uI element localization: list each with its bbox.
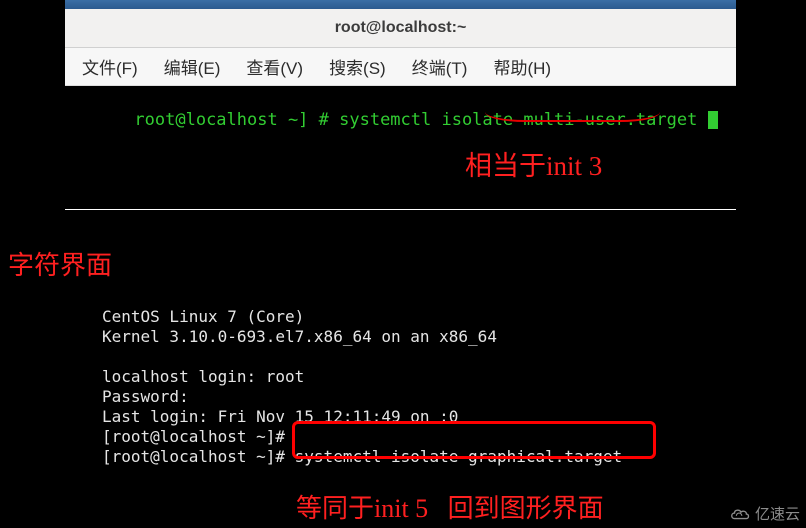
annotation-highlight-box bbox=[292, 421, 656, 459]
menu-search[interactable]: 搜索(S) bbox=[316, 54, 399, 79]
window-decoration-top bbox=[65, 0, 736, 9]
shell-prompt: root@localhost ~] # bbox=[134, 110, 339, 130]
annotation-char-ui: 字符界面 bbox=[8, 245, 112, 282]
menu-view[interactable]: 查看(V) bbox=[233, 54, 316, 79]
console-line: CentOS Linux 7 (Core) bbox=[102, 307, 304, 326]
window-title: root@localhost:~ bbox=[335, 19, 467, 37]
menu-bar: 文件(F) 编辑(E) 查看(V) 搜索(S) 终端(T) 帮助(H) bbox=[65, 48, 736, 86]
console-line: [root@localhost ~]# bbox=[102, 427, 285, 446]
annotation-init5: 等同于init 5 回到图形界面 bbox=[296, 488, 604, 525]
terminal-window: root@localhost:~ 文件(F) 编辑(E) 查看(V) 搜索(S)… bbox=[65, 0, 736, 210]
menu-help[interactable]: 帮助(H) bbox=[480, 54, 564, 79]
console-line: Password: bbox=[102, 387, 189, 406]
menu-edit[interactable]: 编辑(E) bbox=[151, 54, 234, 79]
menu-file[interactable]: 文件(F) bbox=[69, 54, 151, 79]
console-screenshot: 字符界面 CentOS Linux 7 (Core) Kernel 3.10.0… bbox=[0, 225, 806, 528]
menu-terminal[interactable]: 终端(T) bbox=[399, 54, 481, 79]
console-line: localhost login: root bbox=[102, 367, 304, 386]
annotation-init3: 相当于init 3 bbox=[465, 144, 602, 183]
watermark: 亿速云 bbox=[729, 503, 800, 524]
cursor-icon bbox=[708, 111, 718, 129]
console-line: Kernel 3.10.0-693.el7.x86_64 on an x86_6… bbox=[102, 327, 497, 346]
window-title-bar[interactable]: root@localhost:~ bbox=[65, 9, 736, 48]
cloud-icon bbox=[729, 507, 751, 521]
annotation-underline bbox=[485, 110, 660, 122]
terminal-content-1[interactable]: root@localhost ~] # systemctl isolate mu… bbox=[65, 86, 736, 209]
watermark-text: 亿速云 bbox=[755, 503, 800, 524]
